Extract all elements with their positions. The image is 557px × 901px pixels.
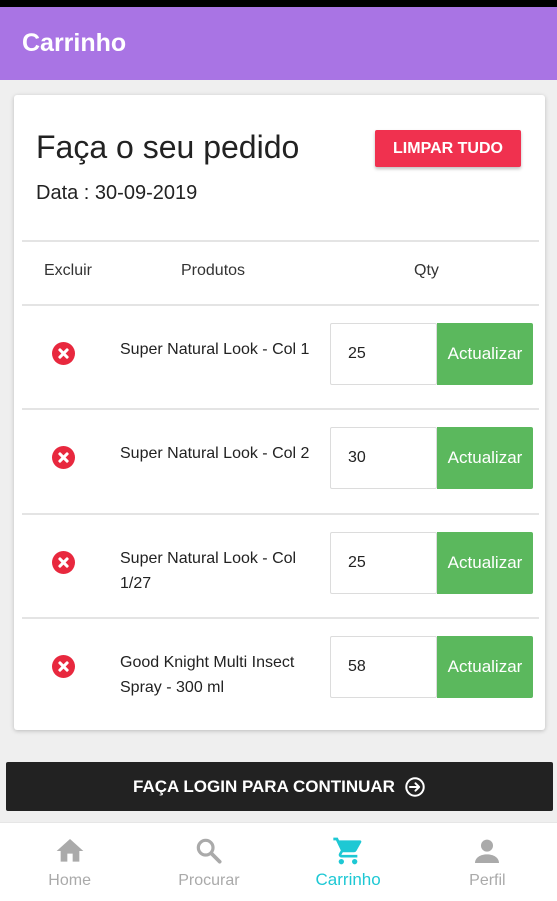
bottom-navigation: Home Procurar Carrinho Perfil <box>0 822 557 901</box>
page-title: Carrinho <box>22 29 127 57</box>
order-card: Faça o seu pedido Data : 30-09-2019 LIMP… <box>14 95 545 730</box>
header-qty: Qty <box>414 262 439 279</box>
qty-input[interactable] <box>330 532 437 594</box>
cart-row: Super Natural Look - Col 1/27 Actualizar <box>14 516 545 618</box>
header-products: Produtos <box>181 262 246 279</box>
order-title: Faça o seu pedido <box>36 129 300 165</box>
divider <box>22 513 539 515</box>
divider <box>22 408 539 410</box>
clear-all-button[interactable]: LIMPAR TUDO <box>375 130 521 167</box>
header-remove: Excluir <box>44 262 93 279</box>
qty-input[interactable] <box>330 636 437 698</box>
nav-item-search[interactable]: Procurar <box>139 823 278 901</box>
home-icon <box>56 839 83 862</box>
qty-input[interactable] <box>330 427 437 489</box>
nav-label-home: Home <box>48 872 91 889</box>
cart-icon <box>333 837 362 865</box>
nav-label-search: Procurar <box>178 872 240 889</box>
divider <box>22 304 539 306</box>
nav-label-cart: Carrinho <box>315 870 381 889</box>
nav-item-cart[interactable]: Carrinho <box>279 823 418 901</box>
remove-icon[interactable] <box>52 655 75 678</box>
nav-label-profile: Perfil <box>469 872 506 889</box>
login-button-label: FAÇA LOGIN PARA CONTINUAR <box>133 776 395 796</box>
update-button[interactable]: Actualizar <box>437 532 533 594</box>
arrow-circle-right-icon <box>405 776 425 797</box>
update-button[interactable]: Actualizar <box>437 323 533 385</box>
cart-row: Super Natural Look - Col 2 Actualizar <box>14 411 545 513</box>
update-button[interactable]: Actualizar <box>437 636 533 698</box>
product-name: Good Knight Multi Insect Spray - 300 ml <box>120 654 295 696</box>
divider <box>22 617 539 619</box>
product-name: Super Natural Look - Col 1 <box>120 341 310 358</box>
app-bar: Carrinho <box>0 7 557 80</box>
divider <box>22 240 539 242</box>
search-icon <box>196 838 222 864</box>
remove-icon[interactable] <box>52 342 75 365</box>
update-button[interactable]: Actualizar <box>437 427 533 489</box>
nav-item-profile[interactable]: Perfil <box>418 823 557 901</box>
person-icon <box>475 839 500 863</box>
status-bar <box>0 0 557 7</box>
cart-row: Super Natural Look - Col 1 Actualizar <box>14 307 545 409</box>
remove-icon[interactable] <box>52 551 75 574</box>
nav-item-home[interactable]: Home <box>0 823 139 901</box>
remove-icon[interactable] <box>52 446 75 469</box>
cart-row: Good Knight Multi Insect Spray - 300 ml … <box>14 620 545 722</box>
login-to-continue-button[interactable]: FAÇA LOGIN PARA CONTINUAR <box>6 762 553 811</box>
product-name: Super Natural Look - Col 2 <box>120 445 310 462</box>
order-date: Data : 30-09-2019 <box>36 182 198 204</box>
qty-input[interactable] <box>330 323 437 385</box>
product-name: Super Natural Look - Col 1/27 <box>120 550 297 592</box>
